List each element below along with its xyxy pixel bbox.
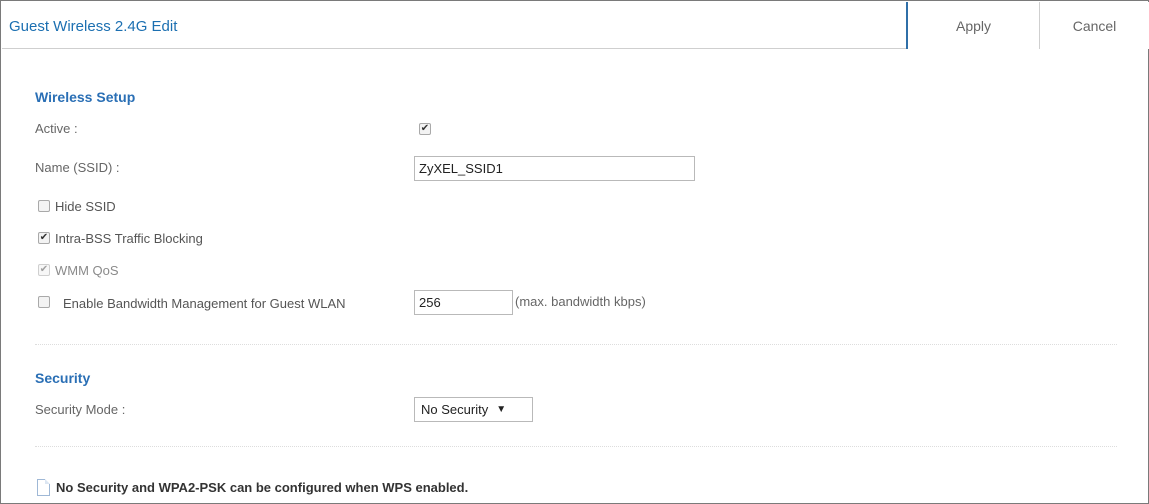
hide-ssid-checkbox[interactable] bbox=[38, 200, 50, 212]
intra-bss-checkbox[interactable]: ✔ bbox=[38, 232, 50, 244]
section-divider bbox=[35, 344, 1117, 345]
wireless-setup-heading: Wireless Setup bbox=[35, 89, 136, 105]
active-checkbox[interactable]: ✔ bbox=[419, 123, 431, 135]
security-heading: Security bbox=[35, 370, 91, 386]
check-icon: ✔ bbox=[39, 264, 49, 275]
active-label: Active : bbox=[35, 121, 78, 136]
apply-button[interactable]: Apply bbox=[906, 2, 1039, 49]
section-divider bbox=[35, 446, 1117, 447]
bandwidth-hint: (max. bandwidth kbps) bbox=[515, 294, 646, 309]
page-title: Guest Wireless 2.4G Edit bbox=[9, 18, 178, 35]
wmm-qos-checkbox: ✔ bbox=[38, 264, 50, 276]
bandwidth-label: Enable Bandwidth Management for Guest WL… bbox=[63, 296, 346, 311]
intra-bss-label: Intra-BSS Traffic Blocking bbox=[55, 231, 203, 246]
wmm-qos-label: WMM QoS bbox=[55, 263, 119, 278]
bandwidth-checkbox[interactable] bbox=[38, 296, 50, 308]
header-bar: Guest Wireless 2.4G Edit Apply Cancel bbox=[2, 2, 1149, 49]
ssid-label: Name (SSID) : bbox=[35, 160, 120, 175]
wps-note-text: No Security and WPA2-PSK can be configur… bbox=[56, 480, 469, 495]
security-mode-value: No Security bbox=[421, 402, 489, 417]
wps-note: No Security and WPA2-PSK can be configur… bbox=[37, 479, 468, 496]
edit-window: Guest Wireless 2.4G Edit Apply Cancel Wi… bbox=[0, 0, 1149, 504]
security-mode-label: Security Mode : bbox=[35, 402, 126, 417]
security-mode-select[interactable]: No Security ▼ bbox=[414, 397, 533, 422]
document-icon bbox=[37, 479, 50, 496]
check-icon: ✔ bbox=[420, 123, 430, 134]
bandwidth-input[interactable] bbox=[414, 290, 513, 315]
hide-ssid-label: Hide SSID bbox=[55, 199, 116, 214]
triangle-down-icon: ▼ bbox=[496, 404, 507, 415]
check-icon: ✔ bbox=[39, 232, 49, 243]
cancel-button[interactable]: Cancel bbox=[1039, 2, 1149, 49]
ssid-input[interactable] bbox=[414, 156, 695, 181]
